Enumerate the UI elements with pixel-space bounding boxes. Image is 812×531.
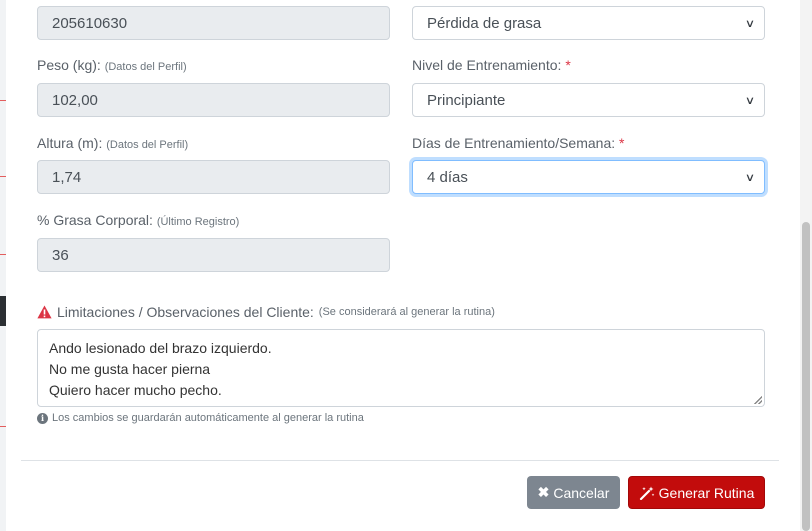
scrollbar-track[interactable] — [800, 0, 812, 531]
objective-select[interactable]: Pérdida de grasa ∨ — [412, 6, 765, 40]
nivel-label: Nivel de Entrenamiento: * — [412, 57, 571, 73]
info-circle-icon: i — [37, 412, 48, 424]
dias-label: Días de Entrenamiento/Semana: * — [412, 135, 625, 151]
peso-field[interactable]: 102,00 — [37, 83, 390, 117]
altura-label: Altura (m): (Datos del Perfil) — [37, 135, 189, 151]
warning-triangle-icon — [37, 305, 52, 319]
client-id-value: 205610630 — [52, 14, 128, 32]
textarea-line: No me gusta hacer pierna — [49, 361, 211, 377]
generate-routine-button[interactable]: Generar Rutina — [628, 476, 765, 509]
dias-value: 4 días — [427, 168, 468, 186]
grasa-value: 36 — [52, 246, 69, 264]
times-icon: ✖ — [537, 484, 550, 500]
required-mark: * — [565, 57, 571, 73]
footer-divider — [21, 460, 779, 461]
objective-value: Pérdida de grasa — [427, 14, 542, 32]
textarea-line: Ando lesionado del brazo izquierdo. — [49, 340, 272, 356]
autosave-text: Los cambios se guardarán automáticamente… — [52, 412, 364, 424]
grasa-hint: (Último Registro) — [156, 216, 240, 228]
client-id-field[interactable]: 205610630 — [37, 6, 390, 40]
altura-field[interactable]: 1,74 — [37, 160, 390, 194]
modal-body: 205610630 Pérdida de grasa ∨ Peso (kg): … — [0, 0, 800, 531]
altura-hint: (Datos del Perfil) — [106, 139, 189, 151]
nivel-select[interactable]: Principiante ∨ — [412, 83, 765, 117]
chevron-down-icon: ∨ — [744, 171, 756, 184]
chevron-down-icon: ∨ — [744, 94, 756, 107]
limitaciones-hint: (Se considerará al generar la rutina) — [318, 306, 495, 318]
altura-value: 1,74 — [52, 168, 82, 186]
required-mark: * — [619, 135, 625, 151]
peso-value: 102,00 — [52, 91, 98, 109]
textarea-line: Quiero hacer mucho pecho. — [49, 382, 222, 398]
limitaciones-label: Limitaciones / Observaciones del Cliente… — [37, 304, 495, 320]
resize-handle[interactable] — [754, 396, 762, 404]
grasa-field[interactable]: 36 — [37, 238, 390, 272]
dias-select[interactable]: 4 días ∨ — [412, 160, 765, 194]
cancel-label: Cancelar — [553, 484, 610, 501]
limitaciones-textarea[interactable]: Ando lesionado del brazo izquierdo. No m… — [37, 329, 765, 407]
chevron-down-icon: ∨ — [744, 17, 756, 30]
magic-wand-icon — [639, 486, 654, 500]
cancel-button[interactable]: ✖ Cancelar — [527, 476, 620, 509]
grasa-label: % Grasa Corporal: (Último Registro) — [37, 212, 240, 228]
nivel-value: Principiante — [427, 91, 506, 109]
scrollbar-thumb[interactable] — [802, 222, 810, 531]
peso-hint: (Datos del Perfil) — [104, 61, 187, 73]
generate-label: Generar Rutina — [658, 484, 755, 501]
autosave-note: i Los cambios se guardarán automáticamen… — [37, 412, 364, 424]
peso-label: Peso (kg): (Datos del Perfil) — [37, 57, 187, 73]
